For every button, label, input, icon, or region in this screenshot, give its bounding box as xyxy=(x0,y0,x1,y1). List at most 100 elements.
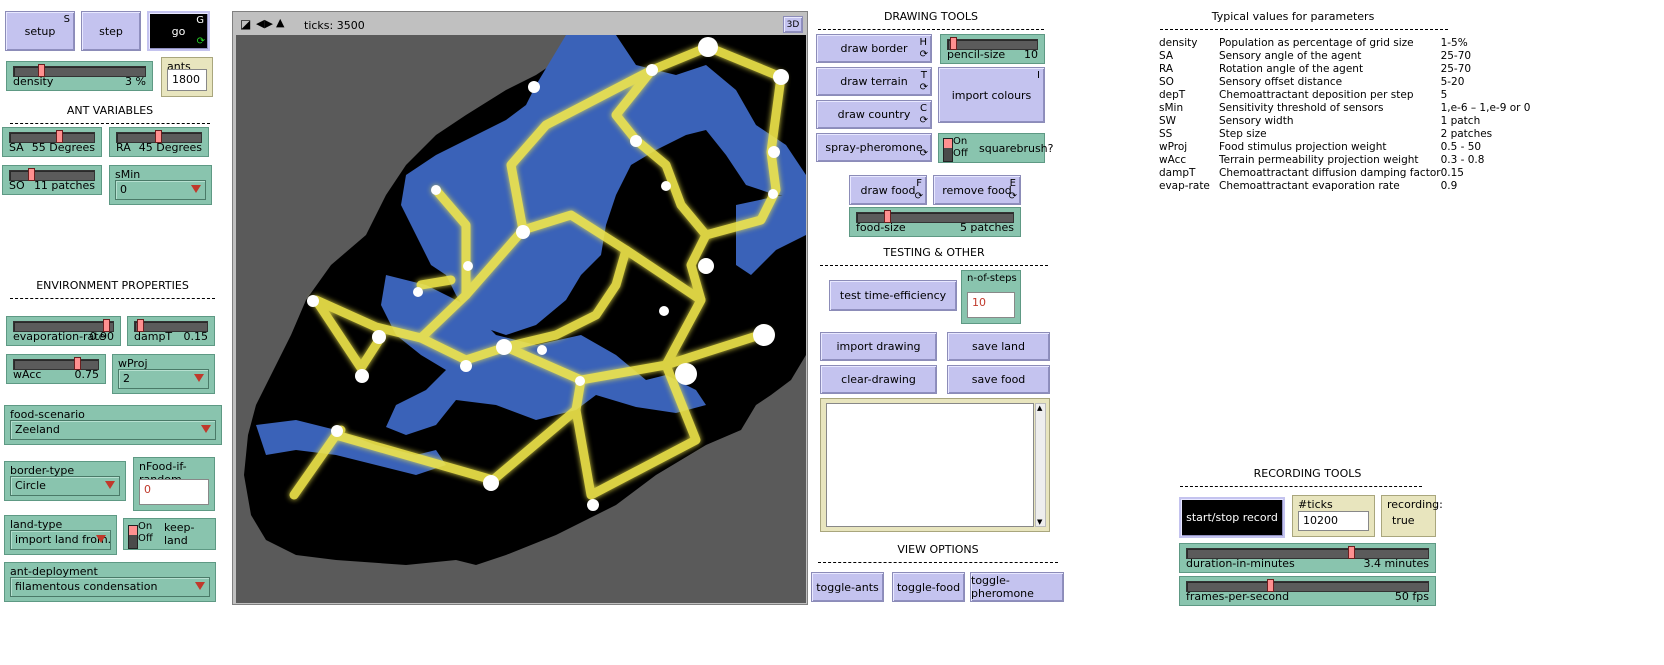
food-source xyxy=(516,225,530,239)
go-button[interactable]: go G ⟳ xyxy=(147,11,210,51)
parameter-name: SS xyxy=(1159,128,1173,140)
clear-drawing-button[interactable]: clear-drawing xyxy=(820,365,937,394)
ant-deployment-chooser[interactable]: ant-deployment filamentous condensation xyxy=(4,562,216,602)
land-type-select[interactable]: import land from... xyxy=(10,530,111,550)
setup-key: S xyxy=(63,14,70,25)
import-drawing-button[interactable]: import drawing xyxy=(820,332,937,361)
recording-tools-heading: RECORDING TOOLS xyxy=(1253,467,1362,480)
wproj-chooser[interactable]: wProj 2 xyxy=(112,354,215,394)
wacc-slider[interactable]: wAcc 0.75 xyxy=(6,354,106,384)
land-type-chooser[interactable]: land-type import land from... xyxy=(4,515,117,555)
toggle-ants-button[interactable]: toggle-ants xyxy=(811,572,884,602)
dropdown-arrow-icon xyxy=(201,425,211,433)
duration-value: 3.4 minutes xyxy=(1363,557,1429,570)
recording-monitor: recording: true xyxy=(1381,495,1443,537)
fps-label: frames-per-second xyxy=(1186,590,1290,603)
food-scenario-select[interactable]: Zeeland xyxy=(10,420,216,440)
parameter-value: 25-70 xyxy=(1440,63,1472,75)
setup-button[interactable]: setup S xyxy=(5,11,75,51)
dampt-slider[interactable]: dampT 0.15 xyxy=(127,316,215,346)
food-size-value: 5 patches xyxy=(959,221,1014,234)
nfood-field[interactable]: 0 xyxy=(139,479,209,505)
draw-food-button[interactable]: draw food F ⟳ xyxy=(849,175,927,205)
ant-deployment-select[interactable]: filamentous condensation xyxy=(10,577,210,597)
ticks-recording-field[interactable]: 10200 xyxy=(1298,511,1369,531)
draw-food-label: draw food xyxy=(860,183,916,197)
simulation-canvas[interactable] xyxy=(236,35,806,603)
switch-toggle[interactable] xyxy=(128,525,138,549)
speed-arrows-icon[interactable]: ◀▶ xyxy=(256,17,273,30)
record-label: start/stop record xyxy=(1186,511,1278,524)
save-land-button[interactable]: save land xyxy=(947,332,1050,361)
import-colours-button[interactable]: import colours I xyxy=(938,67,1045,123)
parameter-row: evap-rate Chemoattractant evaporation rat… xyxy=(1159,180,1541,193)
scroll-up-icon[interactable]: ▲ xyxy=(1037,404,1042,412)
pencil-size-slider[interactable]: pencil-size 10 xyxy=(940,34,1045,64)
draw-terrain-button[interactable]: draw terrain T ⟳ xyxy=(816,67,932,96)
switch-off-label: Off xyxy=(953,148,968,159)
parameter-name: SO xyxy=(1159,76,1174,88)
wacc-label: wAcc xyxy=(13,368,42,381)
parameter-desc: Sensitivity threshold of sensors xyxy=(1219,102,1384,114)
forever-arrows-icon: ⟳ xyxy=(919,148,928,159)
n-of-steps-field[interactable]: 10 xyxy=(967,292,1015,318)
parameter-desc: Chemoattractant evaporation rate xyxy=(1219,180,1400,192)
zoom-icon[interactable]: ◪ xyxy=(240,17,251,31)
food-source xyxy=(483,475,499,491)
draw-country-label: draw country xyxy=(837,108,911,121)
ra-slider[interactable]: RA 45 Degrees xyxy=(109,127,209,157)
border-type-select[interactable]: Circle xyxy=(10,476,120,496)
n-of-steps-input[interactable]: n-of-steps 10 xyxy=(961,270,1021,324)
save-food-button[interactable]: save food xyxy=(947,365,1050,394)
slider-thumb[interactable] xyxy=(1348,546,1356,559)
remove-food-button[interactable]: remove food E ⟳ xyxy=(933,175,1021,205)
updown-arrows-icon[interactable]: ▲ xyxy=(276,16,284,29)
toggle-food-button[interactable]: toggle-food xyxy=(892,572,965,602)
squarebrush-switch[interactable]: On Off squarebrush? xyxy=(938,133,1054,163)
step-button[interactable]: step xyxy=(81,11,141,51)
draw-border-button[interactable]: draw border H ⟳ xyxy=(816,34,932,63)
ants-input[interactable]: ants 1800 xyxy=(161,57,213,97)
view-options-heading: VIEW OPTIONS xyxy=(897,543,979,556)
food-source xyxy=(659,306,669,316)
ra-label: RA xyxy=(116,141,131,154)
food-source xyxy=(496,339,512,355)
food-scenario-value: Zeeland xyxy=(15,423,60,436)
start-stop-record-button[interactable]: start/stop record xyxy=(1179,497,1285,538)
output-scrollbar[interactable]: ▲ ▼ xyxy=(1035,403,1046,527)
so-slider[interactable]: SO 11 patches xyxy=(2,165,102,195)
output-text[interactable] xyxy=(826,403,1034,527)
clear-drawing-label: clear-drawing xyxy=(841,373,916,386)
ants-field[interactable]: 1800 xyxy=(167,69,207,91)
fps-slider[interactable]: frames-per-second 50 fps xyxy=(1179,576,1436,606)
food-source xyxy=(307,295,319,307)
spray-pheromone-button[interactable]: spray-pheromone ⟳ xyxy=(816,133,932,162)
food-size-slider[interactable]: food-size 5 patches xyxy=(849,207,1021,237)
scroll-down-icon[interactable]: ▼ xyxy=(1037,518,1042,526)
wproj-select[interactable]: 2 xyxy=(118,369,209,389)
draw-country-button[interactable]: draw country C ⟳ xyxy=(816,100,932,129)
sa-slider[interactable]: SA 55 Degrees xyxy=(2,127,102,157)
parameter-desc: Sensory angle of the agent xyxy=(1219,50,1362,62)
duration-slider[interactable]: duration-in-minutes 3.4 minutes xyxy=(1179,543,1436,573)
toggle-pheromone-button[interactable]: toggle-pheromone xyxy=(970,572,1064,602)
parameter-name: wAcc xyxy=(1159,154,1187,166)
food-scenario-chooser[interactable]: food-scenario Zeeland xyxy=(4,405,222,445)
smin-chooser[interactable]: sMin 0 xyxy=(109,165,212,205)
parameter-row: SS Step size 2 patches xyxy=(1159,128,1541,141)
evaporation-rate-slider[interactable]: evaporation-rate 0.90 xyxy=(6,316,121,346)
nfood-input[interactable]: nFood-if-random 0 xyxy=(133,457,215,511)
n-of-steps-label: n-of-steps xyxy=(967,273,1017,284)
dampt-value: 0.15 xyxy=(183,330,209,343)
forever-arrows-icon: ⟳ xyxy=(1008,191,1017,202)
parameter-desc: Population as percentage of grid size xyxy=(1219,37,1414,49)
border-type-chooser[interactable]: border-type Circle xyxy=(4,461,126,501)
parameter-row: wAcc Terrain permeability projection weig… xyxy=(1159,154,1541,167)
test-time-efficiency-button[interactable]: test time-efficiency xyxy=(829,280,957,311)
smin-select[interactable]: 0 xyxy=(115,180,206,200)
ticks-recording-input[interactable]: #ticks recording: 10200 xyxy=(1292,495,1375,537)
density-slider[interactable]: density 3 % xyxy=(6,61,153,91)
switch-toggle[interactable] xyxy=(943,138,953,162)
keep-land-switch[interactable]: On Off keep-land xyxy=(123,518,216,550)
3d-button[interactable]: 3D xyxy=(783,16,803,33)
